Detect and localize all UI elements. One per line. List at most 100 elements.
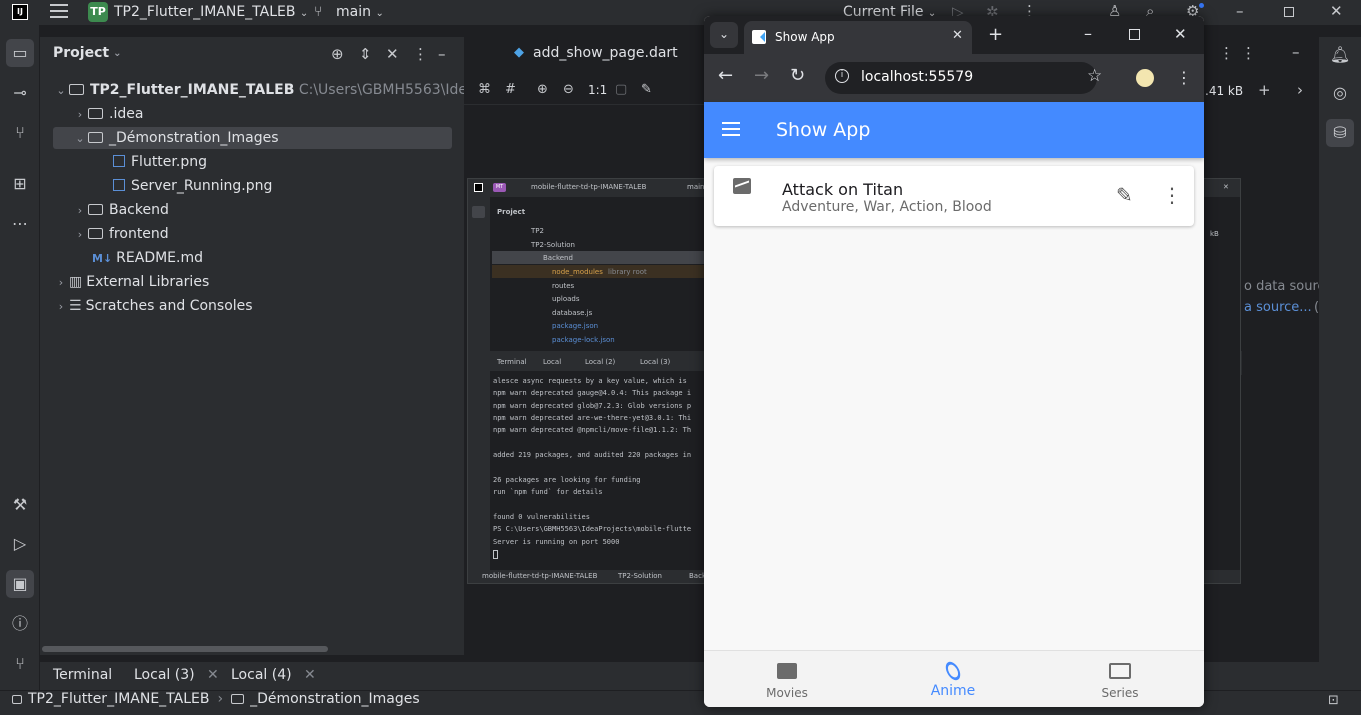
embedded-library-root: library root (608, 268, 647, 276)
collapse-all-icon[interactable]: ✕ (386, 45, 399, 63)
breadcrumb-item[interactable]: _Démonstration_Images (250, 691, 420, 707)
site-info-icon[interactable]: i (835, 69, 849, 83)
terminal-tab-title[interactable]: Terminal (53, 667, 112, 683)
run-tool-button[interactable]: ▷ (6, 530, 34, 558)
lock-icon[interactable]: ⊡ (1328, 693, 1339, 708)
commit-tool-button[interactable]: ⊸ (6, 79, 34, 107)
embedded-terminal-line: npm warn deprecated gauge@4.0.4: This pa… (493, 389, 692, 397)
bookmark-star-icon[interactable]: ☆ (1087, 66, 1102, 86)
new-tab-icon[interactable]: + (988, 24, 1003, 45)
tree-item-flutter-png[interactable]: Flutter.png (113, 151, 207, 173)
zoom-in-icon[interactable]: ⊕ (537, 82, 548, 97)
problems-tool-button[interactable]: ⓘ (6, 610, 34, 638)
structure-tool-button[interactable]: ⊞ (6, 170, 34, 198)
show-genres: Adventure, War, Action, Blood (782, 199, 992, 215)
ai-assistant-tool-button[interactable]: ◎ (1326, 79, 1354, 107)
tree-item-idea[interactable]: › .idea (72, 103, 144, 125)
embedded-terminal-tab: Local (2) (585, 358, 616, 366)
hide-panel-icon[interactable]: – (1292, 43, 1300, 61)
close-window-icon[interactable]: ✕ (1330, 2, 1343, 20)
browser-tab-bar: ⌄ Show App ✕ + – ✕ (704, 16, 1204, 54)
options-icon[interactable]: ⋮ (1219, 44, 1234, 62)
background-icon[interactable]: ▢ (615, 82, 627, 97)
close-tab-icon[interactable]: ✕ (207, 667, 219, 683)
terminal-tool-button[interactable]: ▣ (6, 570, 34, 598)
git-tool-button[interactable]: ⑂ (6, 650, 34, 678)
address-bar[interactable]: i localhost:55579 ☆ (825, 62, 1102, 94)
tree-item-readme[interactable]: M↓ README.md (92, 247, 203, 269)
project-badge[interactable]: TP (88, 2, 108, 22)
panel-options-icon[interactable]: ⋮ (1241, 44, 1256, 62)
terminal-tab-local-4[interactable]: Local (4) ✕ (231, 667, 316, 683)
nav-series[interactable]: Series (1070, 655, 1170, 705)
tree-item-scratches[interactable]: › ☰ Scratches and Consoles (53, 295, 253, 317)
project-panel-header[interactable]: Project ⌄ (53, 45, 121, 61)
tv-icon (1109, 663, 1131, 679)
nav-label: Movies (766, 686, 808, 700)
maximize-icon[interactable] (1129, 29, 1140, 40)
panel-options-icon[interactable]: ⋮ (413, 45, 428, 63)
tree-item-server-running-png[interactable]: Server_Running.png (113, 175, 272, 197)
pull-requests-tool-button[interactable]: ⑂ (6, 119, 34, 147)
minimize-icon[interactable]: – (1084, 24, 1092, 43)
hammer-icon: ⚒ (12, 495, 28, 514)
browser-tab[interactable]: Show App ✕ (744, 21, 972, 54)
tree-item-backend[interactable]: › Backend (72, 199, 169, 221)
nav-anime[interactable]: Anime (903, 655, 1003, 705)
embedded-terminal-line: added 219 packages, and audited 220 pack… (493, 451, 692, 459)
forward-icon[interactable]: → (754, 65, 769, 86)
folder-icon (88, 204, 103, 215)
zoom-out-icon[interactable]: ⊖ (563, 82, 574, 97)
profile-avatar[interactable] (1136, 69, 1154, 87)
locate-icon[interactable]: ⊕ (331, 45, 344, 63)
close-window-icon[interactable]: ✕ (1174, 25, 1187, 43)
tree-item-demonstration-images[interactable]: ⌄ _Démonstration_Images (53, 127, 452, 149)
build-tool-button[interactable]: ⚒ (6, 491, 34, 519)
app-title: Show App (776, 119, 871, 141)
more-vert-icon[interactable]: ⋮ (1162, 183, 1182, 207)
nav-movies[interactable]: Movies (737, 655, 837, 705)
browser-menu-icon[interactable]: ⋮ (1176, 68, 1192, 87)
edit-pencil-icon[interactable]: ✎ (1116, 183, 1133, 207)
hide-panel-icon[interactable]: – (438, 45, 446, 63)
embedded-terminal-line: npm warn deprecated @npmcli/move-file@1.… (493, 426, 692, 434)
main-menu-button[interactable] (50, 4, 68, 18)
add-data-source-link[interactable]: a source... (1244, 300, 1312, 315)
breadcrumb-item[interactable]: TP2_Flutter_IMANE_TALEB (28, 691, 209, 707)
expand-all-icon[interactable]: ⇕ (359, 45, 372, 63)
horizontal-scrollbar[interactable] (42, 646, 328, 652)
tree-item-root[interactable]: ⌄ TP2_Flutter_IMANE_TALEB C:\Users\GBMH55… (53, 79, 523, 101)
project-tool-button[interactable]: ▭ (6, 39, 34, 67)
tab-search-button[interactable]: ⌄ (710, 22, 738, 48)
terminal-tab-local-3[interactable]: Local (3) ✕ (134, 667, 219, 683)
more-tools-button[interactable]: ⋯ (6, 210, 34, 238)
add-icon[interactable]: + (1258, 81, 1271, 99)
actual-size-button[interactable]: 1:1 (588, 83, 607, 97)
tree-item-label: External Libraries (86, 274, 210, 290)
chevron-down-icon: ⌄ (75, 132, 85, 145)
right-tool-strip: 🔔︎ ◎ ⛁ (1319, 37, 1361, 690)
minimize-icon[interactable]: – (1236, 2, 1244, 20)
database-tool-button[interactable]: ⛁ (1326, 119, 1354, 147)
chevron-right-icon[interactable]: › (1297, 81, 1303, 99)
embedded-tree-item: Backend (543, 254, 573, 262)
embedded-tree-item: package.json (552, 322, 599, 330)
drawer-menu-icon[interactable] (722, 122, 740, 136)
grid-icon[interactable]: # (505, 82, 516, 97)
color-picker-icon[interactable]: ✎ (641, 82, 652, 97)
maximize-icon[interactable] (1284, 7, 1294, 17)
reload-icon[interactable]: ↻ (790, 65, 805, 86)
image-file-icon (113, 179, 125, 191)
project-switcher[interactable]: TP2_Flutter_IMANE_TALEB ⌄ (114, 4, 308, 20)
notifications-tool-button[interactable]: 🔔︎ (1326, 41, 1354, 69)
close-tab-icon[interactable]: ✕ (304, 667, 316, 683)
notification-dot (1199, 3, 1204, 8)
back-icon[interactable]: ← (718, 65, 733, 86)
fit-icon[interactable]: ⌘ (478, 82, 491, 97)
close-tab-icon[interactable]: ✕ (952, 28, 963, 43)
branch-switcher[interactable]: main ⌄ (336, 4, 384, 20)
editor-tab-add-show-page[interactable]: add_show_page.dart (533, 45, 678, 61)
tree-item-frontend[interactable]: › frontend (72, 223, 169, 245)
tree-item-external-libraries[interactable]: › ▥ External Libraries (53, 271, 209, 293)
project-panel-title: Project (53, 45, 110, 61)
